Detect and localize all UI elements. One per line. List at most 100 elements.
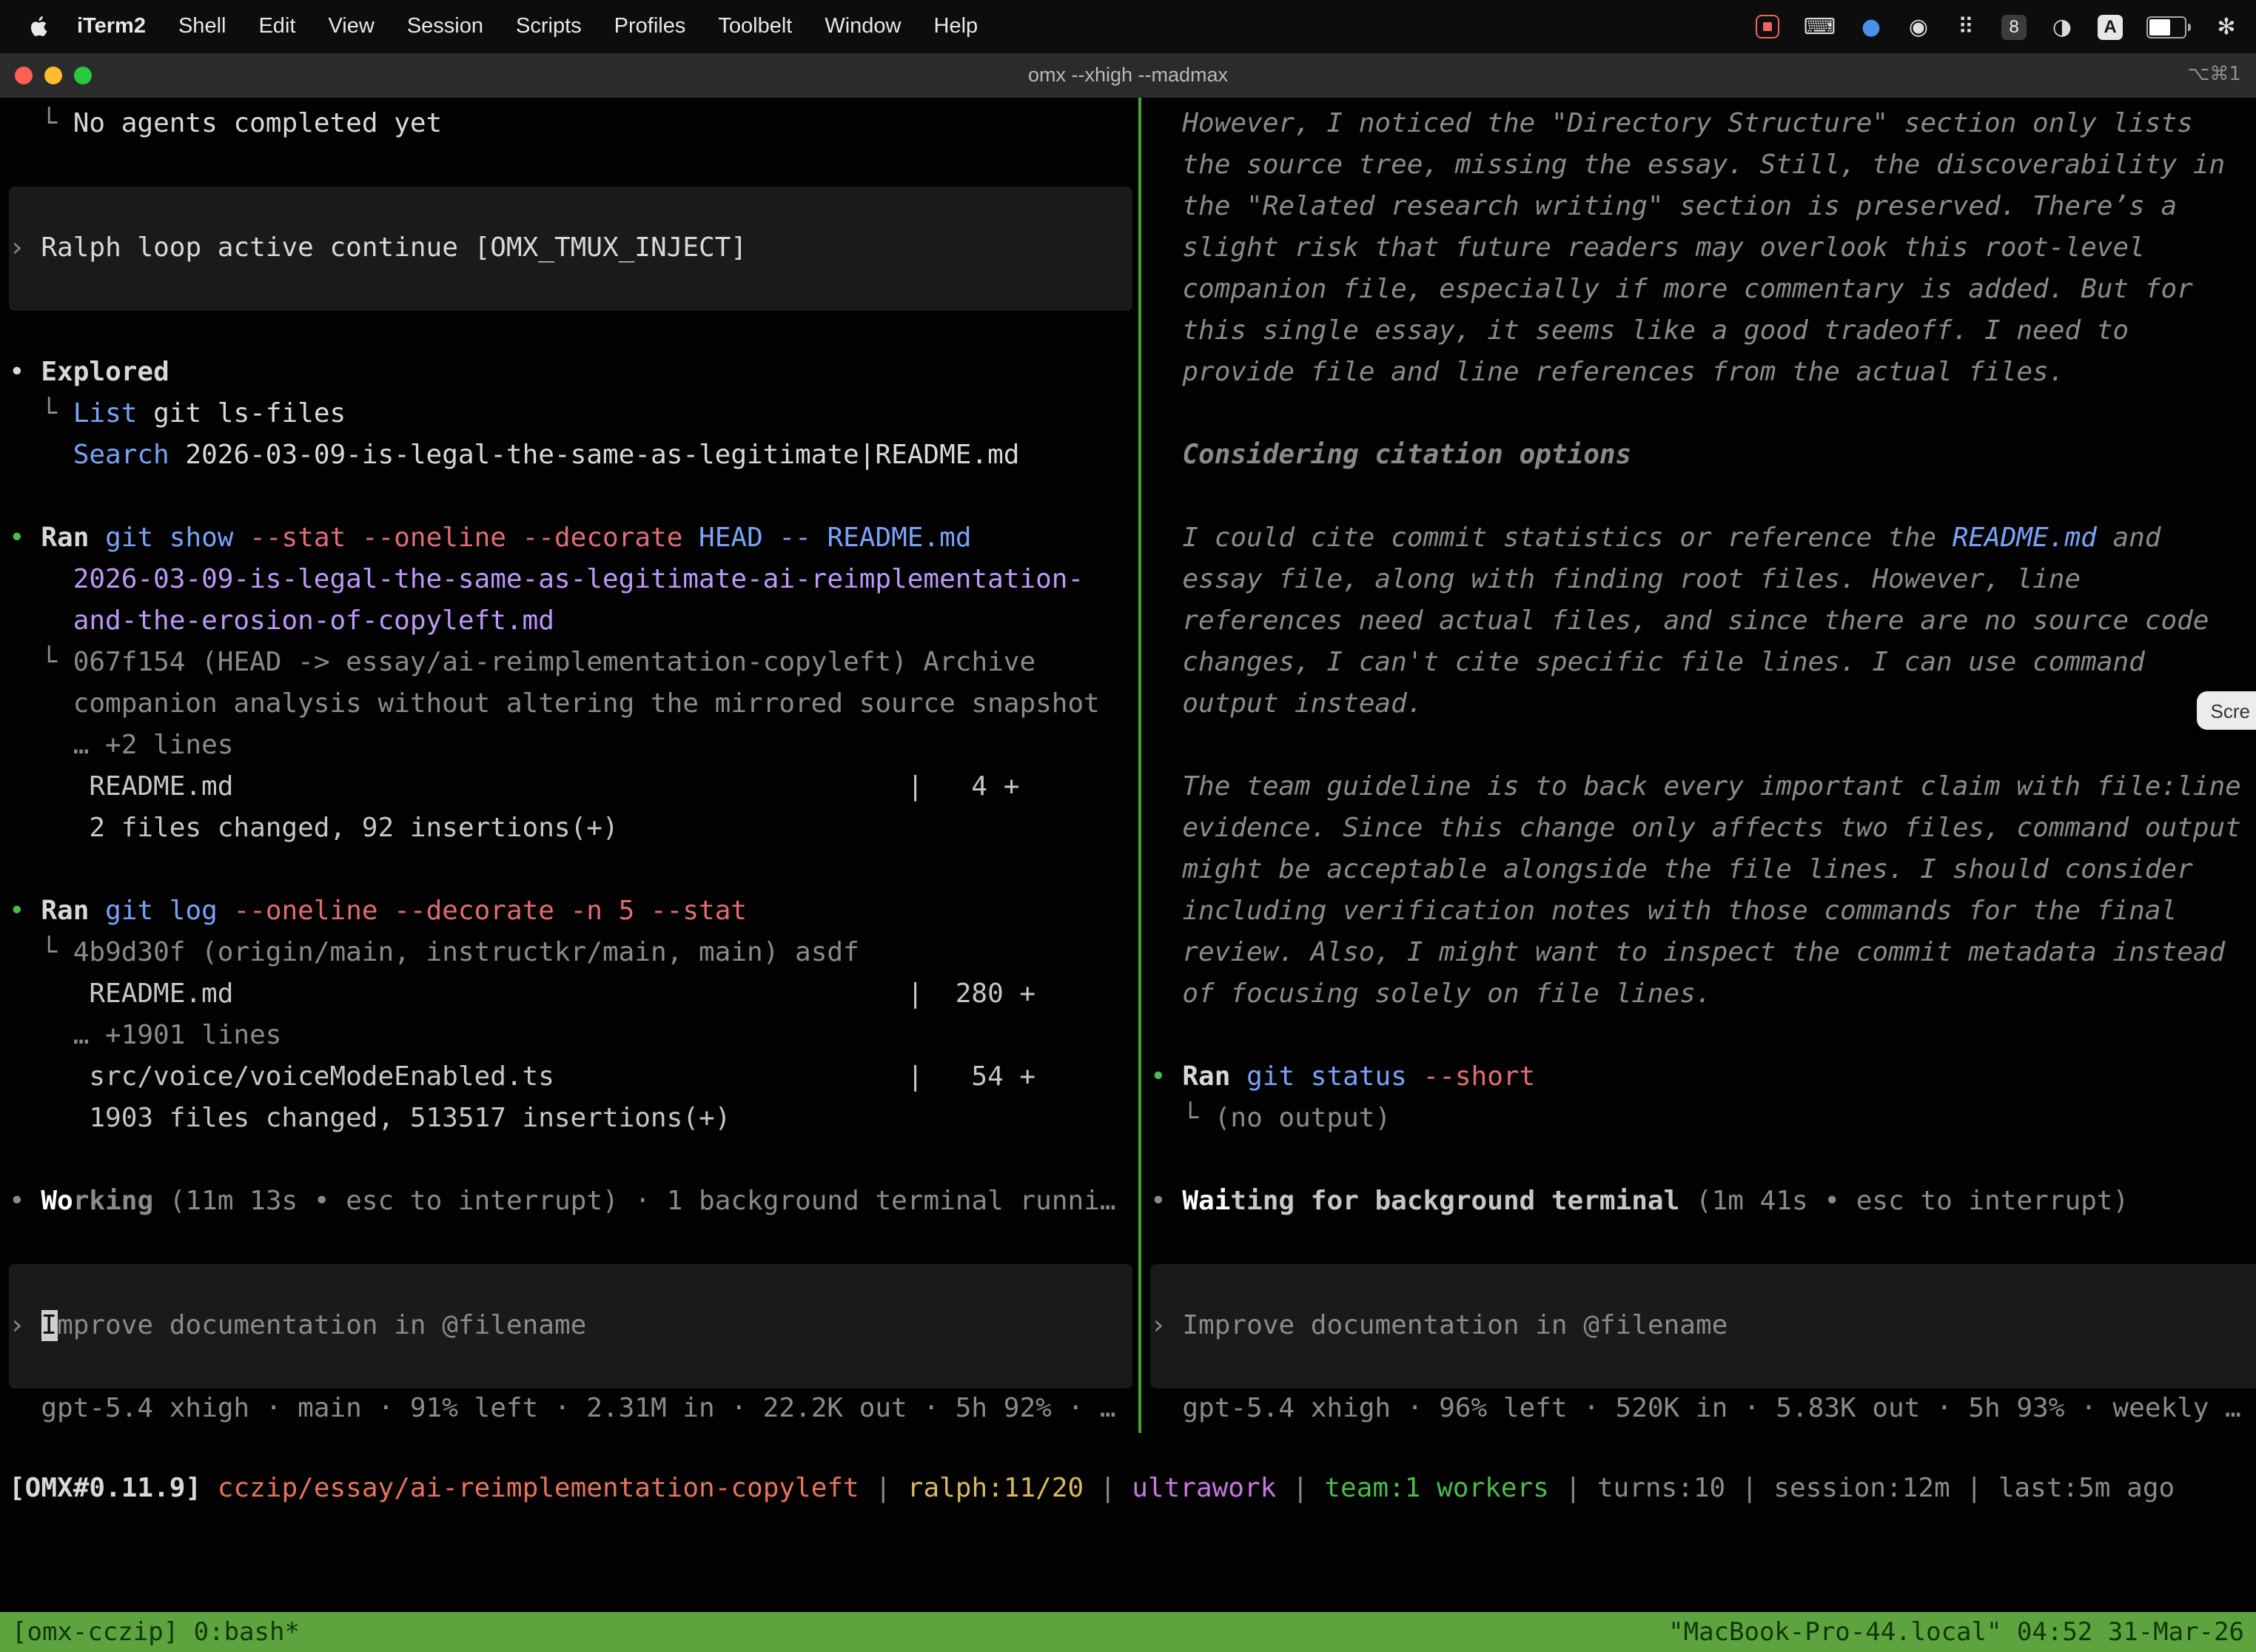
text-segment: and: [2097, 523, 2161, 554]
text-segment: ›: [9, 1310, 41, 1341]
text-segment: [1230, 1061, 1246, 1092]
model-status-left: gpt-5.4 xhigh · main · 91% left · 2.31M …: [9, 1389, 1138, 1430]
text-segment: HEAD -- README.md: [682, 523, 971, 554]
terminal-line: The team guideline is to back every impo…: [1150, 767, 2256, 808]
screen-recording-icon[interactable]: [1756, 15, 1780, 38]
prompt-input-right-line: › Improve documentation in @filename: [1150, 1306, 2256, 1347]
assistant-icon[interactable]: ◑: [2050, 12, 2074, 41]
text-segment: |: [1549, 1473, 1597, 1504]
text-segment: rking: [73, 1186, 153, 1217]
text-segment: Ran: [1182, 1061, 1230, 1092]
text-segment: List: [73, 398, 138, 429]
terminal-line: README.md | 280 +: [9, 974, 1138, 1015]
text-segment: ›: [9, 232, 41, 263]
keyboard-icon[interactable]: ⌨: [1804, 12, 1836, 41]
text-segment: |: [1950, 1473, 1998, 1504]
battery-icon-fill: [2149, 19, 2170, 35]
terminal-line: … +1901 lines: [9, 1015, 1138, 1057]
text-segment: references need actual files, and since …: [1182, 605, 2209, 637]
input-source-icon[interactable]: A: [2098, 14, 2123, 39]
prompt-input-right[interactable]: › Improve documentation in @filename: [1150, 1264, 2256, 1389]
fan-icon[interactable]: ✻: [2215, 12, 2238, 41]
battery-icon-body: [2146, 16, 2186, 38]
camera-app-icon[interactable]: ◉: [1907, 12, 1930, 41]
battery-icon[interactable]: [2146, 16, 2191, 38]
text-segment: 4b9d30f (origin/main, instructkr/main, m…: [73, 937, 859, 968]
blank-line: [1150, 725, 2256, 767]
text-segment: [89, 896, 105, 927]
text-segment: ›: [1150, 1310, 1182, 1341]
text-segment: git log: [105, 896, 218, 927]
text-segment: gpt-5.4 xhigh · main · 91% left · 2.31M …: [41, 1393, 1115, 1424]
omx-version-label: [OMX#0.11.9]: [9, 1473, 201, 1504]
menu-item-iterm2[interactable]: iTerm2: [61, 15, 162, 38]
text-segment: and-the-erosion-of-copyleft.md: [73, 605, 554, 637]
menu-item-scripts[interactable]: Scripts: [500, 15, 598, 38]
terminal-line: the "Related research writing" section i…: [1150, 187, 2256, 228]
text-segment: 067f154 (HEAD -> essay/ai-reimplementati…: [73, 647, 1035, 678]
text-segment: 2 files changed, 92 insertions(+): [89, 813, 618, 844]
macos-menu-bar: iTerm2ShellEditViewSessionScriptsProfile…: [0, 0, 2256, 53]
ran-git-show-line: • Ran git show --stat --oneline --decora…: [9, 518, 1138, 560]
tmux-panes: └ No agents completed yet› Ralph loop ac…: [0, 98, 2256, 1433]
text-segment: README.md: [1953, 523, 2097, 554]
terminal-line: However, I noticed the "Directory Struct…: [1150, 104, 2256, 145]
text-segment: changes, I can't cite specific file line…: [1182, 647, 2144, 678]
apps-grid-icon[interactable]: ⠿: [1954, 12, 1978, 41]
terminal-line: … +2 lines: [9, 725, 1138, 767]
text-segment: •: [9, 896, 41, 927]
text-segment: provide file and line references from th…: [1182, 357, 2064, 388]
text-segment: Ran: [41, 896, 89, 927]
text-segment: •: [9, 357, 41, 388]
raycast-icon[interactable]: ●: [1859, 12, 1883, 41]
terminal-line: companion analysis without altering the …: [9, 684, 1138, 725]
menu-item-help[interactable]: Help: [918, 15, 995, 38]
menu-item-view[interactable]: View: [312, 15, 390, 38]
menu-item-window[interactable]: Window: [808, 15, 917, 38]
text-segment: src/voice/voiceModeEnabled.ts | 54 +: [89, 1061, 1035, 1092]
text-segment: git status: [1246, 1061, 1407, 1092]
terminal-line: changes, I can't cite specific file line…: [1150, 642, 2256, 684]
terminal-line: src/voice/voiceModeEnabled.ts | 54 +: [9, 1057, 1138, 1098]
text-segment: [89, 523, 105, 554]
menu-item-toolbelt[interactable]: Toolbelt: [702, 15, 808, 38]
text-segment: (1m 41s • esc to interrupt): [1679, 1186, 2129, 1217]
menu-item-shell[interactable]: Shell: [162, 15, 243, 38]
prompt-input-left[interactable]: › Improve documentation in @filename: [9, 1264, 1132, 1389]
ralph-counter: ralph:11/20: [907, 1473, 1084, 1504]
terminal-line: └ (no output): [1150, 1098, 2256, 1140]
terminal-line: └ 4b9d30f (origin/main, instructkr/main,…: [9, 933, 1138, 974]
screen-notification-text: Scre: [2211, 699, 2250, 722]
text-segment: |: [1725, 1473, 1773, 1504]
screen-notification[interactable]: Scre: [2198, 691, 2256, 730]
text-segment: •: [9, 1186, 41, 1217]
numpad-icon[interactable]: 8: [2001, 14, 2027, 39]
blank-line: [9, 311, 1138, 352]
text-segment: └: [41, 108, 73, 139]
apple-menu[interactable]: [15, 15, 61, 38]
tmux-pane-left: └ No agents completed yet› Ralph loop ac…: [0, 98, 1138, 1433]
window-title: omx --xhigh --madmax: [0, 53, 2256, 98]
terminal-line: 2 files changed, 92 insertions(+): [9, 808, 1138, 850]
text-segment: However, I noticed the "Directory Struct…: [1182, 108, 2192, 139]
text-segment: the source tree, missing the essay. Stil…: [1182, 150, 2225, 181]
text-segment: might be acceptable alongside the file l…: [1182, 854, 2192, 885]
menu-item-session[interactable]: Session: [391, 15, 500, 38]
text-segment: … +2 lines: [73, 730, 234, 761]
text-segment: └: [41, 647, 73, 678]
ralph-loop-banner: › Ralph loop active continue [OMX_TMUX_I…: [9, 187, 1132, 311]
menu-item-profiles[interactable]: Profiles: [598, 15, 702, 38]
text-segment: git show: [105, 523, 233, 554]
blank-line: [1150, 1140, 2256, 1181]
terminal-line: └ 067f154 (HEAD -> essay/ai-reimplementa…: [9, 642, 1138, 684]
explored-header: • Explored: [9, 352, 1138, 394]
terminal-line: 1903 files changed, 513517 insertions(+): [9, 1098, 1138, 1140]
terminal-line: 2026-03-09-is-legal-the-same-as-legitima…: [9, 560, 1138, 601]
menu-item-edit[interactable]: Edit: [242, 15, 312, 38]
terminal-line: references need actual files, and since …: [1150, 601, 2256, 642]
model-status-right: gpt-5.4 xhigh · 96% left · 520K in · 5.8…: [1150, 1389, 2256, 1430]
blank-line: [9, 1223, 1138, 1264]
text-segment: essay file, along with finding root file…: [1182, 564, 2081, 595]
window-title-bar[interactable]: omx --xhigh --madmax ⌥⌘1: [0, 53, 2256, 98]
text-segment: companion file, especially if more comme…: [1182, 274, 2192, 305]
